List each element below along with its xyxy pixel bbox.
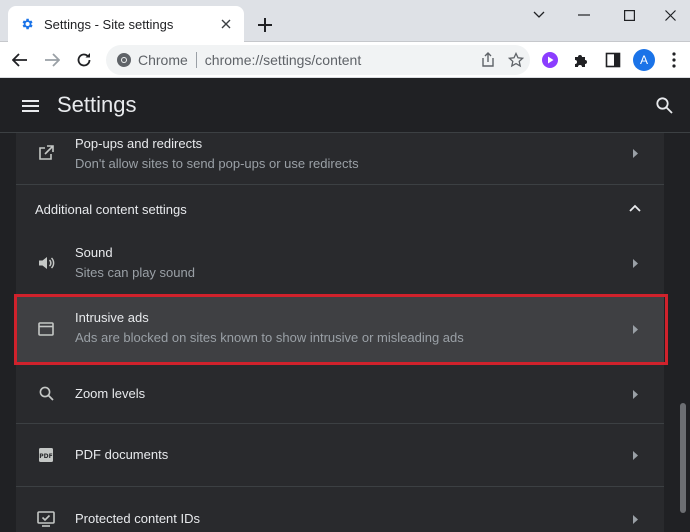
puzzle-icon[interactable]	[567, 46, 595, 74]
chevron-right-icon	[630, 389, 640, 399]
monitor-check-icon	[36, 509, 56, 529]
more-menu-icon[interactable]	[660, 46, 688, 74]
chevron-right-icon	[630, 324, 640, 334]
settings-header: Settings	[0, 79, 690, 133]
settings-content: Pop-ups and redirects Don't allow sites …	[0, 133, 690, 532]
sound-title: Sound	[75, 245, 113, 260]
popups-title: Pop-ups and redirects	[75, 136, 203, 151]
magnifier-icon	[36, 383, 56, 403]
svg-text:PDF: PDF	[39, 453, 52, 460]
chevron-right-icon	[630, 148, 640, 158]
additional-content-settings-toggle[interactable]: Additional content settings	[16, 185, 664, 233]
share-icon[interactable]	[474, 46, 502, 74]
pdf-icon: PDF	[36, 445, 56, 465]
star-icon[interactable]	[502, 46, 530, 74]
window-icon	[36, 319, 56, 339]
chevron-right-icon	[630, 514, 640, 524]
intrusive-ads-title: Intrusive ads	[75, 310, 149, 325]
extension-play-icon[interactable]	[536, 46, 564, 74]
chevron-right-icon	[630, 258, 640, 268]
section-label: Additional content settings	[35, 202, 187, 217]
avatar[interactable]: A	[633, 49, 655, 71]
tab-title: Settings - Site settings	[44, 16, 174, 32]
reload-button[interactable]	[70, 46, 98, 74]
protected-content-title: Protected content IDs	[75, 511, 201, 526]
pdf-documents-row[interactable]: PDF PDF documents	[16, 424, 664, 486]
chevron-down-icon[interactable]	[521, 4, 557, 26]
search-icon[interactable]	[652, 93, 676, 117]
site-settings-card: Pop-ups and redirects Don't allow sites …	[16, 133, 664, 532]
forward-button[interactable]	[38, 46, 66, 74]
window-close-button[interactable]	[652, 4, 688, 26]
maximize-button[interactable]	[611, 4, 647, 26]
tab-strip: Settings - Site settings	[0, 0, 690, 42]
omnibox-separator	[195, 52, 197, 68]
popups-subtitle: Don't allow sites to send pop-ups or use…	[75, 156, 359, 171]
page-title: Settings	[57, 92, 137, 117]
tab-settings[interactable]: Settings - Site settings	[8, 6, 244, 42]
intrusive-ads-row[interactable]: Intrusive ads Ads are blocked on sites k…	[16, 296, 664, 363]
pdf-documents-title: PDF documents	[75, 447, 169, 462]
address-bar[interactable]: Chrome chrome://settings/content	[106, 45, 530, 75]
popups-row[interactable]: Pop-ups and redirects Don't allow sites …	[16, 133, 664, 184]
chevron-right-icon	[630, 450, 640, 460]
gear-icon	[18, 15, 36, 33]
site-label: Chrome	[138, 52, 188, 68]
volume-icon	[36, 253, 56, 273]
new-tab-button[interactable]	[252, 12, 278, 38]
hamburger-menu-icon[interactable]	[22, 95, 44, 117]
minimize-button[interactable]	[566, 4, 602, 26]
open-in-new-icon	[36, 143, 56, 163]
url-text[interactable]: chrome://settings/content	[205, 52, 474, 68]
side-panel-icon[interactable]	[599, 46, 627, 74]
intrusive-ads-subtitle: Ads are blocked on sites known to show i…	[75, 330, 464, 345]
zoom-levels-row[interactable]: Zoom levels	[16, 365, 664, 423]
chevron-up-icon	[628, 201, 642, 215]
close-icon[interactable]	[216, 14, 236, 34]
chrome-logo-icon	[116, 52, 132, 68]
protected-content-row[interactable]: Protected content IDs	[16, 487, 664, 532]
browser-toolbar: Chrome chrome://settings/content A	[0, 42, 690, 78]
sound-row[interactable]: Sound Sites can play sound	[16, 233, 664, 293]
back-button[interactable]	[6, 46, 34, 74]
scrollbar-thumb[interactable]	[680, 403, 686, 513]
sound-subtitle: Sites can play sound	[75, 265, 195, 280]
zoom-levels-title: Zoom levels	[75, 386, 146, 401]
